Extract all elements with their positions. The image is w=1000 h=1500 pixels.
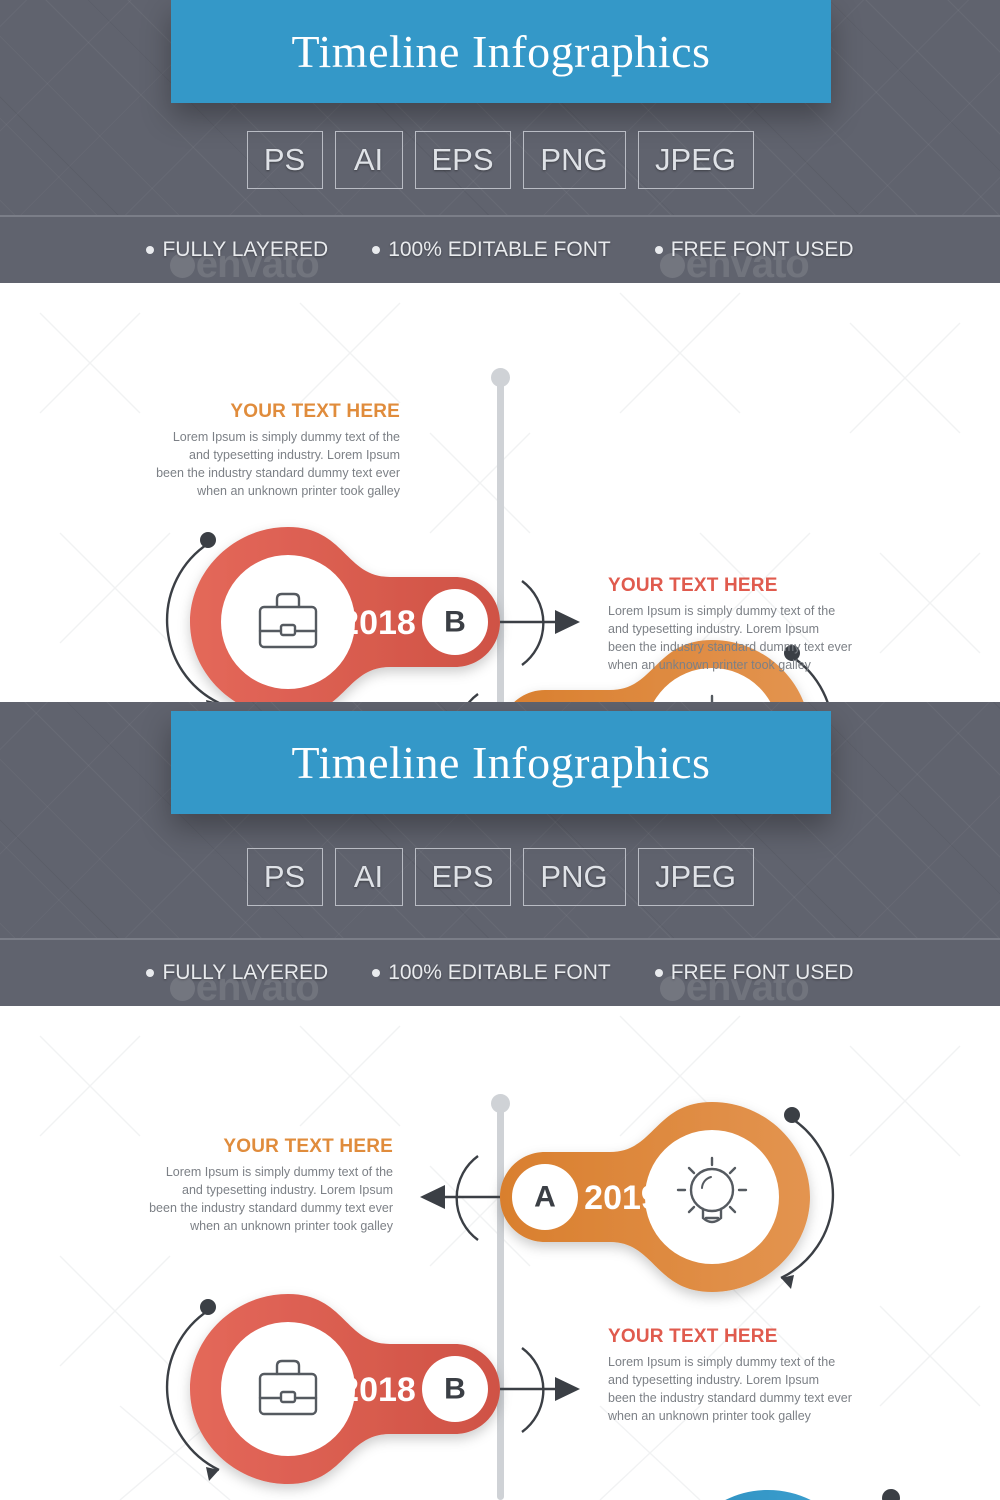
text-block-a-heading: YOUR TEXT HERE	[223, 1136, 393, 1157]
text-block-a-body: Lorem Ipsum is simply dummy text of the …	[115, 428, 400, 500]
format-badges-1: PS AI EPS PNG JPEG	[0, 131, 1000, 189]
text-line: Lorem Ipsum is simply dummy text of the	[608, 604, 836, 618]
text-line: when an unknown printer took galley	[197, 484, 400, 498]
format-badges-2: PS AI EPS PNG JPEG	[0, 848, 1000, 906]
feature-item-free-font: FREE FONT USED	[654, 238, 854, 262]
preview-page: Timeline Infographics PS AI EPS PNG JPEG…	[0, 0, 1000, 1500]
format-badge-jpeg: JPEG	[637, 848, 754, 906]
text-line: when an unknown printer took galley	[608, 658, 811, 672]
text-block-a-heading: YOUR TEXT HERE	[230, 401, 400, 422]
timeline-node-b[interactable]: B 2018	[165, 515, 600, 702]
node-a-arc-dot	[784, 1107, 800, 1123]
text-block-b-heading: YOUR TEXT HERE	[608, 575, 778, 596]
feature-band-1: FULLY LAYERED 100% EDITABLE FONT FREE FO…	[0, 215, 1000, 283]
feature-label: FULLY LAYERED	[162, 961, 329, 984]
text-line: Lorem Ipsum is simply dummy text of the	[165, 1165, 393, 1179]
bullet-dot-icon	[372, 246, 381, 254]
text-line: been the industry standard dummy text ev…	[149, 1201, 393, 1215]
node-c-body	[725, 1490, 811, 1500]
node-b-icon-disc	[221, 1322, 355, 1456]
node-a-icon-disc	[645, 1130, 779, 1264]
feature-label: FREE FONT USED	[670, 238, 854, 261]
text-line: been the industry standard dummy text ev…	[608, 1391, 852, 1405]
bullet-dot-icon	[654, 969, 663, 977]
node-b-year: 2018	[340, 604, 416, 642]
node-b-letter: B	[444, 606, 466, 639]
text-line: and typesetting industry. Lorem Ipsum	[182, 1183, 393, 1197]
node-b-pointer-arrow	[500, 1377, 580, 1401]
feature-item-fully-layered: FULLY LAYERED	[146, 238, 328, 262]
format-badge-ai: AI	[334, 848, 403, 906]
text-line: been the industry standard dummy text ev…	[156, 466, 400, 480]
text-block-a: YOUR TEXT HERE Lorem Ipsum is simply dum…	[115, 401, 400, 500]
node-a-letter: A	[534, 1181, 556, 1214]
title-plate-1: Timeline Infographics	[171, 0, 831, 103]
feature-item-free-font: FREE FONT USED	[654, 961, 854, 985]
page-title: Timeline Infographics	[291, 26, 711, 77]
timeline-node-c[interactable]	[610, 1456, 1000, 1500]
node-a-year: 2019	[584, 1179, 660, 1217]
text-line: Lorem Ipsum is simply dummy text of the	[608, 1355, 836, 1369]
text-block-b: YOUR TEXT HERE Lorem Ipsum is simply dum…	[608, 575, 898, 674]
text-block-a: YOUR TEXT HERE Lorem Ipsum is simply dum…	[108, 1136, 393, 1235]
text-block-b-body: Lorem Ipsum is simply dummy text of the …	[608, 1353, 898, 1425]
feature-label: FULLY LAYERED	[162, 238, 329, 261]
format-badge-eps: EPS	[414, 131, 511, 189]
feature-item-fully-layered: FULLY LAYERED	[146, 961, 328, 985]
bullet-dot-icon	[372, 969, 381, 977]
format-badge-eps: EPS	[414, 848, 511, 906]
text-block-b: YOUR TEXT HERE Lorem Ipsum is simply dum…	[608, 1326, 898, 1425]
format-badge-png: PNG	[522, 131, 626, 189]
text-line: when an unknown printer took galley	[608, 1409, 811, 1423]
bullet-dot-icon	[146, 969, 155, 977]
format-badge-jpeg: JPEG	[637, 131, 754, 189]
feature-label: 100% EDITABLE FONT	[388, 961, 611, 984]
node-b-arc-dot	[200, 1299, 216, 1315]
text-line: and typesetting industry. Lorem Ipsum	[189, 448, 400, 462]
format-badge-ai: AI	[334, 131, 403, 189]
feature-label: 100% EDITABLE FONT	[388, 238, 611, 261]
text-line: and typesetting industry. Lorem Ipsum	[608, 1373, 819, 1387]
page-title: Timeline Infographics	[291, 737, 711, 788]
text-block-b-body: Lorem Ipsum is simply dummy text of the …	[608, 602, 898, 674]
node-b-letter: B	[444, 1373, 466, 1406]
promo-banner-1: Timeline Infographics PS AI EPS PNG JPEG…	[0, 0, 1000, 283]
feature-item-editable-font: 100% EDITABLE FONT	[372, 961, 611, 985]
text-line: been the industry standard dummy text ev…	[608, 640, 852, 654]
format-badge-ps: PS	[246, 848, 323, 906]
feature-label: FREE FONT USED	[670, 961, 854, 984]
feature-item-editable-font: 100% EDITABLE FONT	[372, 238, 611, 262]
promo-banner-2: Timeline Infographics PS AI EPS PNG JPEG…	[0, 702, 1000, 1006]
title-plate-2: Timeline Infographics	[171, 711, 831, 814]
node-b-arc-dot	[200, 532, 216, 548]
format-badge-ps: PS	[246, 131, 323, 189]
text-line: Lorem Ipsum is simply dummy text of the	[172, 430, 400, 444]
node-b-icon-disc	[221, 555, 355, 689]
timeline-spine-cap	[491, 368, 510, 387]
node-a-pointer-arrow	[420, 1185, 500, 1209]
bullet-dot-icon	[146, 246, 155, 254]
node-b-pointer-arrow	[500, 610, 580, 634]
format-badge-png: PNG	[522, 848, 626, 906]
text-line: and typesetting industry. Lorem Ipsum	[608, 622, 819, 636]
bullet-dot-icon	[654, 246, 663, 254]
feature-band-2: FULLY LAYERED 100% EDITABLE FONT FREE FO…	[0, 938, 1000, 1006]
infographic-2: A 2019 YOUR TEXT HERE Lorem Ipsum is sim…	[0, 1006, 1000, 1500]
text-line: when an unknown printer took galley	[190, 1219, 393, 1233]
infographic-1: A 2019	[0, 283, 1000, 702]
text-block-b-heading: YOUR TEXT HERE	[608, 1326, 778, 1347]
node-b-year: 2018	[340, 1371, 416, 1409]
text-block-a-body: Lorem Ipsum is simply dummy text of the …	[108, 1163, 393, 1235]
